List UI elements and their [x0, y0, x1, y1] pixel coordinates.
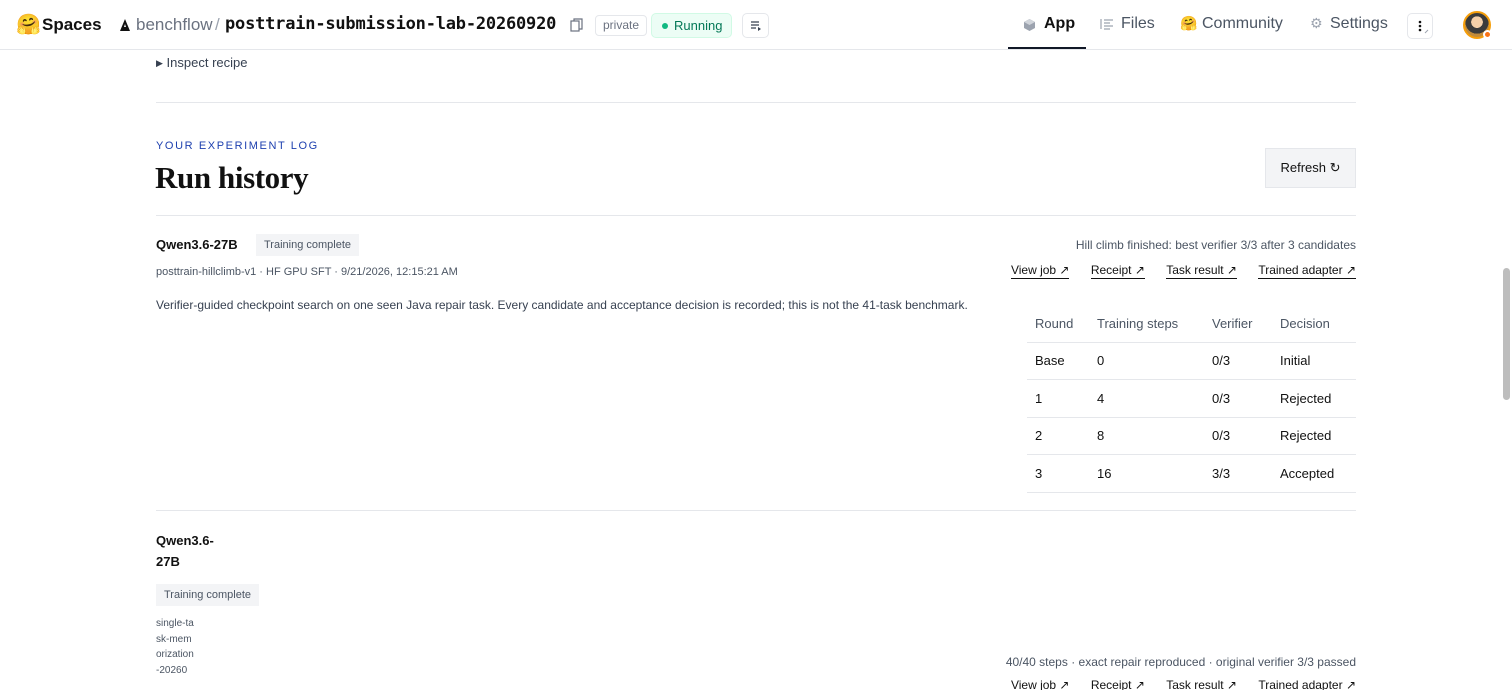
column-header: Verifier	[1204, 305, 1272, 343]
copy-icon[interactable]	[570, 18, 583, 32]
triangle-right-icon: ▶	[156, 58, 163, 68]
scrollbar-thumb[interactable]	[1503, 268, 1510, 400]
trained-adapter-link[interactable]: Trained adapter ↗	[1258, 678, 1356, 690]
inspect-recipe-label: Inspect recipe	[166, 55, 248, 70]
section-eyebrow: YOUR EXPERIMENT LOG	[156, 140, 319, 152]
run-status-tag: Training complete	[156, 584, 260, 606]
hugging-face-icon[interactable]: 🤗	[16, 14, 41, 36]
tab-settings-label: Settings	[1330, 15, 1388, 32]
run-description: Verifier-guided checkpoint search on one…	[156, 298, 968, 312]
spaces-link[interactable]: Spaces	[42, 15, 102, 35]
org-avatar-icon	[120, 19, 130, 31]
table-row: 3 16 3/3 Accepted	[1027, 454, 1356, 493]
run-model-name: Qwen3.6-27B	[156, 237, 238, 252]
more-options-button[interactable]	[1407, 13, 1433, 39]
view-job-link[interactable]: View job ↗	[1010, 263, 1070, 279]
table-header-row: Round Training steps Verifier Decision	[1027, 305, 1356, 343]
tab-community-label: Community	[1202, 15, 1283, 32]
receipt-link[interactable]: Receipt ↗	[1090, 678, 1145, 690]
more-vertical-icon	[1418, 20, 1429, 34]
visibility-badge: private	[595, 15, 648, 36]
column-header: Training steps	[1089, 305, 1204, 343]
tab-files[interactable]: Files	[1100, 15, 1155, 33]
divider	[156, 510, 1356, 511]
status-label: Running	[674, 18, 723, 33]
run-model-name: Qwen3.6-27B	[156, 533, 214, 569]
run-meta: posttrain-hillclimb-v1 · HF GPU SFT · 9/…	[156, 266, 458, 278]
tab-files-label: Files	[1121, 15, 1155, 32]
trained-adapter-link[interactable]: Trained adapter ↗	[1258, 263, 1356, 279]
tab-community[interactable]: 🤗 Community	[1180, 15, 1283, 33]
cube-icon	[1024, 19, 1035, 31]
table-cell: Rejected	[1272, 379, 1356, 418]
run-meta: single-task-memorization-20260	[156, 618, 194, 676]
table-cell: 3/3	[1204, 454, 1272, 493]
rounds-table: Round Training steps Verifier Decision B…	[1027, 305, 1356, 493]
table-cell: 0/3	[1204, 417, 1272, 455]
receipt-link[interactable]: Receipt ↗	[1090, 263, 1145, 279]
table-cell: 0/3	[1204, 342, 1272, 380]
table-row: Base 0 0/3 Initial	[1027, 342, 1356, 380]
table-cell: Base	[1027, 342, 1089, 380]
status-dot-icon	[662, 23, 668, 29]
table-cell: 0/3	[1204, 379, 1272, 418]
tab-app[interactable]: App	[1024, 15, 1075, 33]
view-job-link[interactable]: View job ↗	[1010, 678, 1070, 690]
org-link[interactable]: benchflow	[136, 15, 213, 35]
top-bar: 🤗 Spaces benchflow / posttrain-submissio…	[0, 0, 1512, 50]
table-cell: Initial	[1272, 342, 1356, 380]
table-cell: 0	[1089, 342, 1204, 380]
column-header: Decision	[1272, 305, 1356, 343]
table-cell: 1	[1027, 379, 1089, 418]
community-icon: 🤗	[1180, 15, 1198, 31]
status-badge[interactable]: Running	[651, 13, 733, 38]
page-title: Run history	[155, 160, 309, 195]
active-tab-indicator	[1008, 47, 1086, 49]
notification-dot	[1483, 30, 1492, 39]
table-cell: 2	[1027, 417, 1089, 455]
divider	[156, 102, 1356, 103]
tab-app-label: App	[1044, 15, 1076, 32]
divider	[156, 215, 1356, 216]
tab-settings[interactable]: ⚙ Settings	[1310, 15, 1388, 33]
repo-name[interactable]: posttrain-submission-lab-20260920	[225, 14, 556, 34]
path-separator: /	[215, 15, 220, 34]
table-cell: 16	[1089, 454, 1204, 493]
task-result-link[interactable]: Task result ↗	[1166, 678, 1237, 690]
inspect-recipe-toggle[interactable]: ▶ Inspect recipe	[156, 55, 247, 70]
logs-button[interactable]	[742, 13, 769, 38]
column-header: Round	[1027, 305, 1089, 343]
run-summary: Hill climb finished: best verifier 3/3 a…	[1075, 238, 1356, 252]
table-cell: 4	[1089, 379, 1204, 418]
run-links: View job ↗ Receipt ↗ Task result ↗ Train…	[993, 263, 1356, 279]
run-status-tag: Training complete	[256, 234, 360, 256]
task-result-link[interactable]: Task result ↗	[1166, 263, 1237, 279]
table-row: 1 4 0/3 Rejected	[1027, 379, 1356, 418]
gear-icon: ⚙	[1310, 15, 1323, 31]
table-cell: 8	[1089, 417, 1204, 455]
table-row: 2 8 0/3 Rejected	[1027, 417, 1356, 455]
refresh-button[interactable]: Refresh ↻	[1265, 148, 1356, 188]
table-cell: 3	[1027, 454, 1089, 493]
table-cell: Rejected	[1272, 417, 1356, 455]
logs-icon	[751, 21, 761, 31]
run-links: View job ↗ Receipt ↗ Task result ↗ Train…	[993, 678, 1356, 690]
files-icon	[1100, 19, 1113, 30]
table-cell: Accepted	[1272, 454, 1356, 493]
run-summary: 40/40 steps · exact repair reproduced · …	[1005, 655, 1356, 669]
